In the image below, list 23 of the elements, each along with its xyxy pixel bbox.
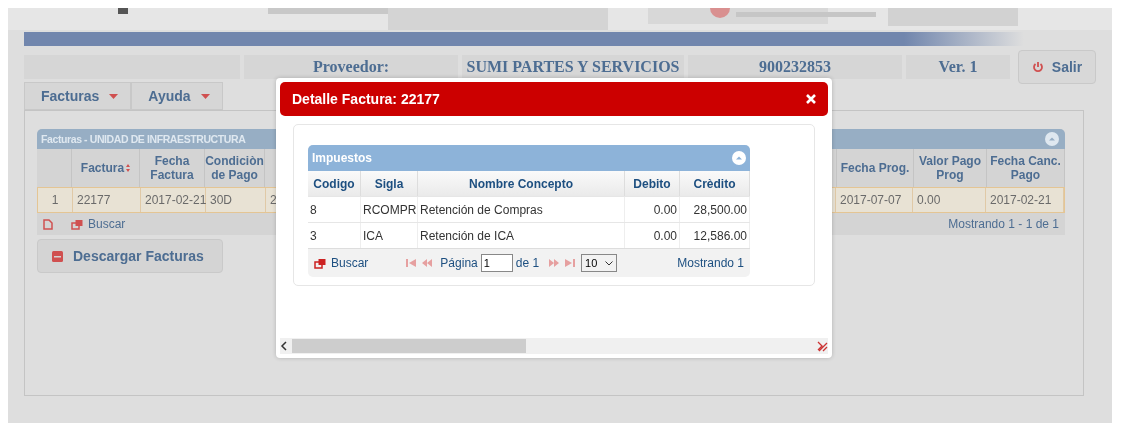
table-cell: 3 bbox=[308, 223, 361, 248]
provider-name: SUMI PARTES Y SERVICIOS bbox=[462, 55, 684, 79]
table-cell: 2017-02-21 bbox=[986, 188, 1064, 212]
provider-label: Proveedor: bbox=[244, 55, 458, 79]
page-label: Página bbox=[440, 256, 478, 270]
provider-id: 900232853 bbox=[688, 55, 902, 79]
version-label: Ver. 1 bbox=[906, 55, 1010, 79]
table-cell: 22177 bbox=[73, 188, 141, 212]
grid-caption: Impuestos bbox=[312, 151, 372, 165]
table-cell: 2017-07-07 bbox=[836, 188, 913, 212]
page-total: de 1 bbox=[515, 256, 540, 270]
grid-caption: Facturas - UNIDAD DE INFRAESTRUCTURA bbox=[41, 133, 246, 145]
table-cell: 0.00 bbox=[625, 223, 680, 248]
record-count: Mostrando 1 bbox=[677, 256, 744, 270]
table-cell: 2017-02-21 bbox=[141, 188, 206, 212]
table-cell: 0.00 bbox=[913, 188, 986, 212]
record-count: Mostrando 1 - 1 de 1 bbox=[948, 217, 1059, 231]
table-cell: ICA bbox=[361, 223, 418, 248]
dialog-title: Detalle Factura: 22177 bbox=[292, 91, 440, 107]
table-cell: 30D bbox=[206, 188, 266, 212]
table-cell: 12,586.00 bbox=[680, 223, 750, 248]
table-cell: Retención de ICA bbox=[418, 223, 625, 248]
table-cell: 1 bbox=[38, 188, 73, 212]
